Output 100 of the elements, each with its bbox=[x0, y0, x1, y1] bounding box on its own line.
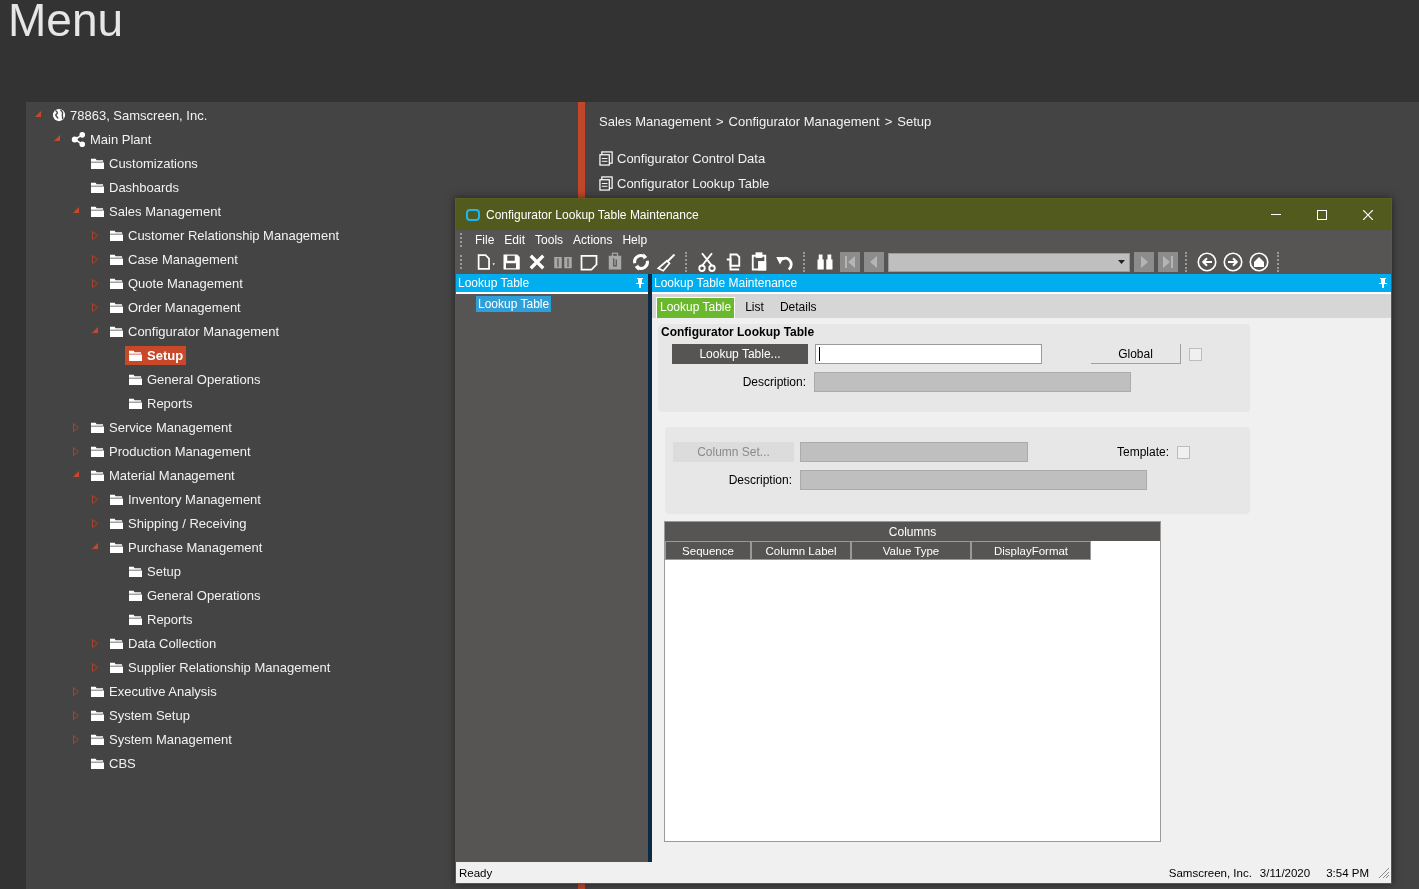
menu-link[interactable]: Configurator Lookup Table bbox=[599, 171, 932, 196]
tree-item[interactable]: Quote Management bbox=[106, 273, 246, 293]
close-icon[interactable] bbox=[1363, 209, 1373, 220]
folder-icon bbox=[90, 444, 105, 458]
tree-item[interactable]: CBS bbox=[87, 753, 139, 773]
globe-icon bbox=[52, 108, 66, 122]
menu-item[interactable]: Edit bbox=[499, 233, 531, 247]
pin-icon[interactable] bbox=[1379, 278, 1387, 288]
tree-item[interactable]: Dashboards bbox=[87, 177, 183, 197]
resize-grip-icon[interactable] bbox=[1379, 867, 1389, 878]
tree-item[interactable]: Customizations bbox=[87, 153, 201, 173]
tab[interactable]: Details bbox=[771, 297, 825, 318]
expand-arrow-icon[interactable] bbox=[73, 711, 79, 720]
lookup-button[interactable]: Lookup Table... bbox=[672, 344, 808, 364]
broom-icon[interactable] bbox=[656, 252, 678, 272]
expand-arrow-icon[interactable] bbox=[92, 519, 98, 528]
folder-icon bbox=[90, 732, 105, 746]
expand-arrow-icon[interactable] bbox=[92, 639, 98, 648]
breadcrumb-link[interactable]: Sales Management bbox=[599, 113, 711, 129]
menu-link[interactable]: Configurator Control Data bbox=[599, 146, 932, 171]
breadcrumb-separator: > bbox=[716, 113, 724, 129]
expand-arrow-icon[interactable] bbox=[73, 687, 79, 696]
expand-arrow-icon[interactable] bbox=[92, 231, 98, 240]
tree-item[interactable]: Purchase Management bbox=[106, 537, 266, 557]
folder-icon bbox=[90, 180, 105, 194]
tree-item[interactable]: Production Management bbox=[87, 441, 254, 461]
folder-icon bbox=[109, 228, 124, 242]
menu-item[interactable]: Help bbox=[617, 233, 653, 247]
tree-item[interactable]: Configurator Management bbox=[106, 321, 283, 341]
tree-item[interactable]: Customer Relationship Management bbox=[106, 225, 342, 245]
expand-arrow-icon[interactable] bbox=[73, 423, 79, 432]
cut-icon[interactable] bbox=[696, 252, 718, 272]
folder-icon bbox=[109, 324, 124, 338]
pin-icon[interactable] bbox=[636, 278, 644, 288]
status-time: 3:54 PM bbox=[1326, 866, 1369, 879]
breadcrumb-link[interactable]: Setup bbox=[897, 113, 932, 129]
folder-icon bbox=[109, 252, 124, 266]
collapse-arrow-icon[interactable] bbox=[92, 543, 98, 549]
column-header[interactable]: DisplayFormat bbox=[971, 541, 1091, 560]
tree-item[interactable]: System Setup bbox=[87, 705, 193, 725]
tree-item[interactable]: Reports bbox=[125, 393, 196, 413]
home-icon[interactable] bbox=[1248, 252, 1270, 272]
folder-icon bbox=[109, 492, 124, 506]
window-title: Configurator Lookup Table Maintenance bbox=[486, 207, 700, 222]
checkbox[interactable] bbox=[1189, 347, 1202, 361]
menu-item[interactable]: File bbox=[470, 233, 500, 247]
collapse-arrow-icon[interactable] bbox=[35, 111, 41, 117]
expand-arrow-icon[interactable] bbox=[73, 447, 79, 456]
expand-arrow-icon[interactable] bbox=[92, 663, 98, 672]
maximize-icon[interactable] bbox=[1317, 209, 1327, 220]
checkbox[interactable] bbox=[1177, 445, 1190, 459]
column-header[interactable]: Column Label bbox=[751, 541, 851, 560]
expand-arrow-icon[interactable] bbox=[73, 735, 79, 744]
tree-item[interactable]: Setup bbox=[125, 345, 187, 365]
tree-item[interactable]: Material Management bbox=[87, 465, 238, 485]
tree-item[interactable]: Supplier Relationship Management bbox=[106, 657, 334, 677]
collapse-arrow-icon[interactable] bbox=[54, 135, 60, 141]
menu-item[interactable]: Actions bbox=[568, 233, 618, 247]
tree-item[interactable]: Shipping / Receiving bbox=[106, 513, 250, 533]
collapse-arrow-icon[interactable] bbox=[73, 471, 79, 477]
collapse-arrow-icon[interactable] bbox=[92, 327, 98, 333]
tree-item[interactable]: Case Management bbox=[106, 249, 241, 269]
note-icon[interactable] bbox=[578, 252, 600, 272]
tree-item[interactable]: Setup bbox=[125, 561, 184, 581]
forward-icon[interactable] bbox=[1222, 252, 1244, 272]
tree-item[interactable]: Sales Management bbox=[87, 201, 224, 221]
page-title: Menu bbox=[7, 0, 124, 40]
column-header[interactable]: Value Type bbox=[851, 541, 971, 560]
tree-item[interactable]: Main Plant bbox=[68, 129, 155, 149]
folder-icon bbox=[109, 636, 124, 650]
expand-arrow-icon[interactable] bbox=[92, 495, 98, 504]
input-field[interactable] bbox=[815, 344, 1042, 364]
folder-icon bbox=[90, 756, 105, 770]
folder-icon bbox=[109, 540, 124, 554]
document-icon bbox=[599, 151, 614, 166]
expand-arrow-icon[interactable] bbox=[92, 255, 98, 264]
folder-icon bbox=[90, 204, 105, 218]
tree-item[interactable]: General Operations bbox=[125, 369, 264, 389]
tree-item[interactable]: System Management bbox=[87, 729, 235, 749]
tree-item[interactable]: Order Management bbox=[106, 297, 244, 317]
folder-icon bbox=[90, 684, 105, 698]
tree-item[interactable]: Inventory Management bbox=[106, 489, 264, 509]
tree-item[interactable]: Executive Analysis bbox=[87, 681, 220, 701]
tree-item[interactable]: Service Management bbox=[87, 417, 235, 437]
tab[interactable]: List bbox=[737, 297, 772, 318]
breadcrumb-link[interactable]: Configurator Management bbox=[728, 113, 880, 129]
column-header[interactable]: Sequence bbox=[665, 541, 751, 560]
tree-item[interactable]: Reports bbox=[125, 609, 196, 629]
pane-title: Lookup Table bbox=[458, 276, 530, 290]
breadcrumb-separator: > bbox=[884, 113, 893, 129]
tree-item[interactable]: 78863, Samscreen, Inc. bbox=[49, 105, 211, 125]
menu-item[interactable]: Tools bbox=[530, 233, 569, 247]
tree-item[interactable]: General Operations bbox=[125, 585, 264, 605]
back-icon[interactable] bbox=[1196, 252, 1218, 272]
collapse-arrow-icon[interactable] bbox=[73, 207, 79, 213]
refresh-icon[interactable] bbox=[630, 252, 652, 272]
tree-item[interactable]: Data Collection bbox=[106, 633, 220, 653]
expand-arrow-icon[interactable] bbox=[92, 303, 98, 312]
window-icon bbox=[466, 208, 480, 221]
expand-arrow-icon[interactable] bbox=[92, 279, 98, 288]
